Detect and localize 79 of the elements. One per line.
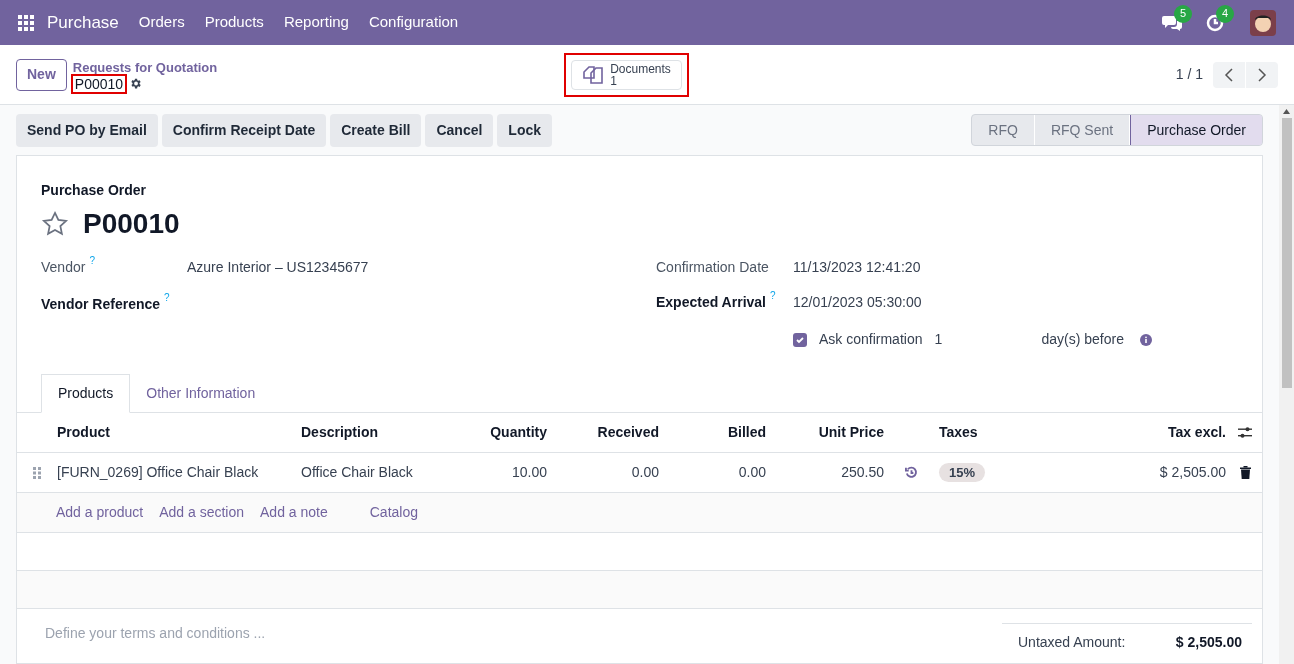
table-cell-text: 250.50 — [840, 463, 884, 482]
breadcrumb-link[interactable]: Requests for Quotation — [72, 59, 218, 76]
checkmark-icon — [795, 334, 805, 345]
form-subtitle: Purchase Order — [41, 181, 148, 200]
previous-button[interactable] — [1213, 61, 1245, 88]
add-line-link[interactable]: Add a section — [159, 502, 244, 523]
table-cell-text: $ 2,505.00 — [1158, 463, 1226, 482]
settings-sliders-icon[interactable] — [1238, 426, 1252, 439]
total-value: $ 2,505.00 — [1175, 633, 1242, 652]
message-count-badge: 5 — [1174, 4, 1192, 23]
tab[interactable]: Products — [41, 374, 131, 413]
action-button[interactable]: Lock — [497, 113, 553, 147]
column-header[interactable]: Billed — [659, 422, 766, 443]
total-label: Untaxed Amount: — [1018, 633, 1126, 652]
status-step[interactable]: RFQ — [972, 115, 1035, 145]
tab[interactable]: Other Information — [130, 374, 272, 413]
column-header[interactable]: Unit Price — [766, 422, 884, 443]
field-value: Azure Interior – US12345677 — [187, 258, 369, 277]
field-value: 11/13/2023 12:41:20 — [793, 258, 921, 277]
activity-count-badge: 4 — [1216, 4, 1234, 23]
help-marker[interactable]: ? — [89, 253, 95, 268]
gear-icon[interactable] — [129, 77, 143, 90]
apps-grid-icon[interactable] — [18, 14, 34, 31]
column-header[interactable]: Description — [301, 422, 461, 443]
menu-item[interactable]: Reporting — [273, 11, 359, 34]
column-header[interactable]: Tax excl. — [1061, 422, 1226, 443]
tax-tag: 15% — [939, 463, 986, 482]
chat-icon[interactable] — [1162, 13, 1182, 32]
help-marker[interactable]: ? — [164, 290, 170, 305]
next-button[interactable] — [1246, 61, 1278, 88]
field-value: 12/01/2023 05:30:00 — [793, 293, 922, 312]
help-marker[interactable]: ? — [770, 288, 776, 303]
star-icon[interactable] — [41, 210, 69, 238]
history-icon[interactable] — [905, 466, 918, 479]
action-button[interactable]: Confirm Receipt Date — [161, 113, 327, 147]
column-header[interactable]: Quantity — [461, 422, 547, 443]
documents-button[interactable]: Documents 1 — [571, 59, 682, 90]
column-header[interactable]: Taxes — [939, 422, 1061, 443]
checkbox[interactable] — [793, 332, 807, 347]
table-cell-text: 0.00 — [737, 463, 766, 482]
days-suffix: day(s) before — [1041, 330, 1124, 349]
menu-item[interactable]: Configuration — [358, 11, 469, 34]
days-value: 1 — [934, 330, 944, 349]
add-line-link[interactable]: Add a note — [260, 502, 328, 523]
checkbox-label: Ask confirmation — [819, 330, 923, 349]
action-button[interactable]: Create Bill — [330, 113, 422, 147]
field-label: Vendor Reference — [41, 295, 161, 314]
drag-handle-icon[interactable] — [33, 466, 41, 479]
table-cell-text: 10.00 — [510, 463, 547, 482]
app-name[interactable]: Purchase — [47, 9, 119, 36]
trash-icon[interactable] — [1239, 466, 1251, 479]
avatar-icon[interactable] — [1250, 9, 1276, 36]
status-step[interactable]: Purchase Order — [1130, 115, 1262, 145]
info-icon — [1139, 333, 1152, 346]
menu-item[interactable]: Products — [194, 11, 274, 34]
table-cell-text: [FURN_0269] Office Chair Black — [57, 463, 260, 482]
scrollbar-thumb[interactable] — [1281, 118, 1292, 388]
add-line-link[interactable]: Catalog — [369, 502, 418, 523]
record-name: P00010 — [72, 75, 126, 92]
field-label: Expected Arrival — [656, 293, 766, 312]
chevron-left-icon — [1224, 67, 1234, 82]
column-header[interactable]: Product — [57, 422, 301, 443]
action-button[interactable]: Send PO by Email — [16, 113, 158, 147]
field-label: Confirmation Date — [656, 258, 769, 277]
add-line-link[interactable]: Add a product — [56, 502, 144, 523]
column-header[interactable]: Received — [547, 422, 659, 443]
scrollbar[interactable] — [1279, 105, 1294, 664]
new-button[interactable]: New — [16, 58, 67, 91]
documents-icon — [582, 64, 605, 85]
chevron-right-icon — [1257, 67, 1267, 82]
record-title: P00010 — [83, 207, 180, 241]
scroll-up-arrow-icon[interactable] — [1283, 109, 1290, 114]
action-button[interactable]: Cancel — [425, 113, 494, 147]
table-cell-text: Office Chair Black — [301, 463, 414, 482]
clock-icon[interactable] — [1206, 13, 1224, 32]
table-cell-text: 0.00 — [630, 463, 659, 482]
field-label: Vendor — [41, 258, 86, 277]
menu-item[interactable]: Orders — [128, 11, 195, 34]
pager-value: 1 / 1 — [1175, 65, 1203, 84]
